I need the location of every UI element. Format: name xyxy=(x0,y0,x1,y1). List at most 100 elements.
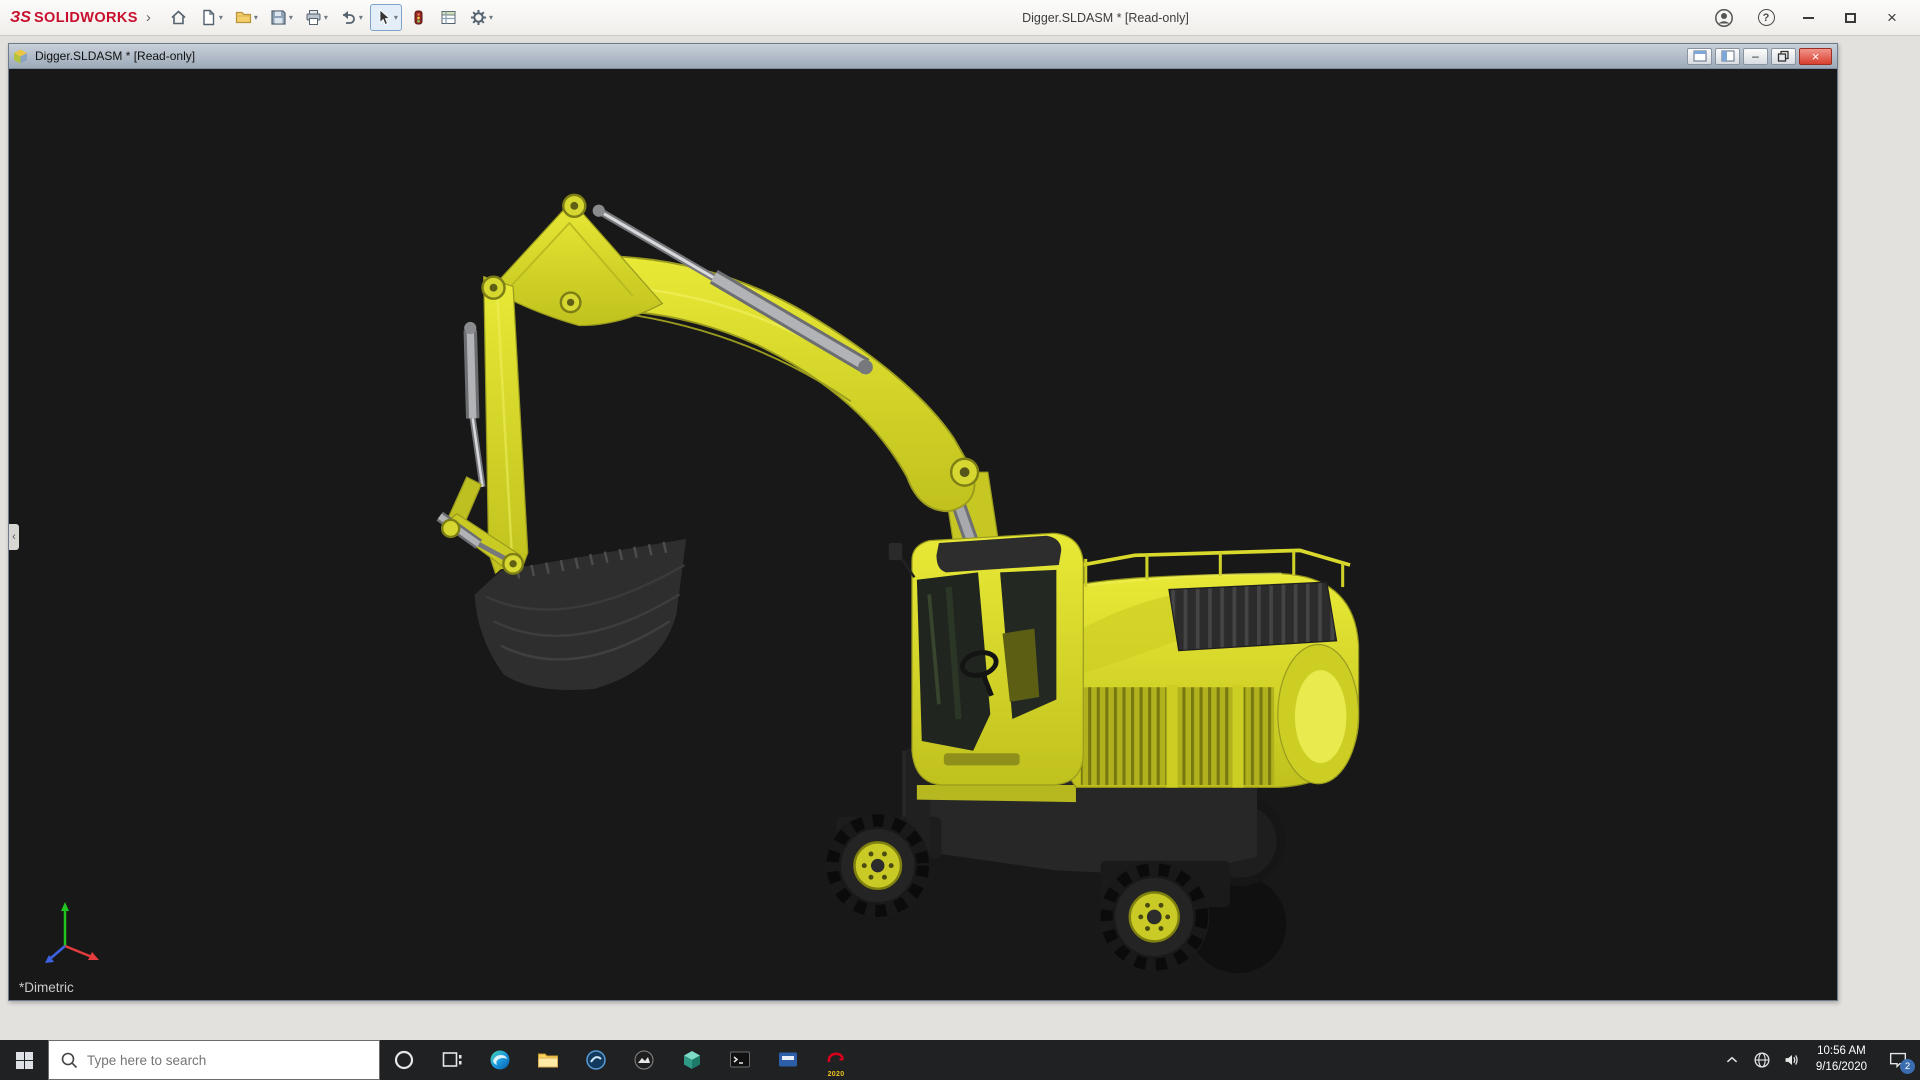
graphics-viewport[interactable]: *Dimetric ‹ xyxy=(9,69,1837,1000)
network-button[interactable] xyxy=(1747,1040,1777,1080)
dropdown-arrow-icon[interactable]: ▾ xyxy=(489,13,493,22)
dropdown-arrow-icon[interactable]: ▾ xyxy=(359,13,363,22)
home-button[interactable] xyxy=(165,4,192,31)
app-maximize-button[interactable] xyxy=(1840,8,1860,28)
dropdown-arrow-icon[interactable]: ▾ xyxy=(289,13,293,22)
cortana-button[interactable] xyxy=(380,1040,428,1080)
app-window-controls: ? × xyxy=(1714,8,1910,28)
orientation-triad[interactable] xyxy=(35,894,105,974)
solidworks-logo-icon xyxy=(824,1048,848,1072)
pane-top-icon xyxy=(1692,48,1708,64)
appearance-settings-button[interactable] xyxy=(405,4,432,31)
gear-icon xyxy=(469,8,488,27)
featuremanager-collapse-tab[interactable]: ‹ xyxy=(9,524,19,550)
solidworks-2020-button[interactable]: 2020 xyxy=(812,1040,860,1080)
windows-taskbar: 2020 10:56 AM 9/16/2020 xyxy=(0,1040,1920,1080)
task-view-icon xyxy=(440,1048,464,1072)
window-app-button[interactable] xyxy=(764,1040,812,1080)
open-folder-icon xyxy=(234,8,253,27)
account-button[interactable] xyxy=(1714,8,1734,28)
table-icon xyxy=(439,8,458,27)
browser-app-button[interactable] xyxy=(572,1040,620,1080)
cortana-icon xyxy=(392,1048,416,1072)
save-icon xyxy=(269,8,288,27)
clock-time: 10:56 AM xyxy=(1816,1044,1867,1060)
document-window-controls: – × xyxy=(1687,48,1834,65)
excavator-engine-housing[interactable] xyxy=(1055,550,1358,787)
excavator-3d-model[interactable] xyxy=(9,69,1837,1000)
excavator-rear-wheel[interactable] xyxy=(1099,862,1209,972)
edrawings-cube-icon xyxy=(680,1048,704,1072)
select-tool-button[interactable]: ▾ xyxy=(370,4,402,31)
traffic-light-icon xyxy=(409,8,428,27)
terminal-icon xyxy=(728,1048,752,1072)
tray-overflow-button[interactable] xyxy=(1717,1040,1747,1080)
pane-side-icon xyxy=(1720,48,1736,64)
dassault-3ds-mark: ЗS xyxy=(10,9,31,27)
solidworks-wordmark: SOLIDWORKS xyxy=(34,10,138,26)
restore-icon xyxy=(1776,49,1791,64)
excavator-stick-cylinder[interactable] xyxy=(464,322,482,487)
help-button[interactable]: ? xyxy=(1756,8,1776,28)
document-titlebar[interactable]: Digger.SLDASM * [Read-only] – xyxy=(9,44,1837,69)
dropdown-arrow-icon[interactable]: ▾ xyxy=(254,13,258,22)
help-icon: ? xyxy=(1758,9,1775,26)
chevron-up-icon xyxy=(1721,1049,1743,1071)
volume-button[interactable] xyxy=(1777,1040,1807,1080)
new-document-button[interactable]: ▾ xyxy=(195,4,227,31)
system-tray: 10:56 AM 9/16/2020 2 xyxy=(1717,1040,1920,1080)
undo-icon xyxy=(339,8,358,27)
dropdown-arrow-icon[interactable]: ▾ xyxy=(394,13,398,22)
open-button[interactable]: ▾ xyxy=(230,4,262,31)
assembly-doc-icon xyxy=(12,48,29,65)
network-globe-icon xyxy=(1751,1049,1773,1071)
edge-icon xyxy=(488,1048,512,1072)
search-input[interactable] xyxy=(87,1053,368,1068)
cab-mirror xyxy=(889,543,902,560)
dropdown-arrow-icon[interactable]: ▾ xyxy=(324,13,328,22)
photos-app-button[interactable] xyxy=(620,1040,668,1080)
pane-layout-button-1[interactable] xyxy=(1687,48,1712,65)
undo-button[interactable]: ▾ xyxy=(335,4,367,31)
solidworks-logo: ЗS SOLIDWORKS xyxy=(10,9,138,27)
doc-minimize-button[interactable]: – xyxy=(1743,48,1768,65)
home-icon xyxy=(169,8,188,27)
excavator-cab[interactable] xyxy=(889,533,1084,785)
excavator-front-wheel[interactable] xyxy=(825,813,930,918)
search-icon xyxy=(60,1051,78,1069)
pane-layout-button-2[interactable] xyxy=(1715,48,1740,65)
taskbar-search-box[interactable] xyxy=(48,1040,380,1080)
excavator-stick[interactable] xyxy=(484,277,528,575)
terminal-app-button[interactable] xyxy=(716,1040,764,1080)
edrawings-button[interactable] xyxy=(668,1040,716,1080)
select-cursor-icon xyxy=(374,8,393,27)
taskbar-clock[interactable]: 10:56 AM 9/16/2020 xyxy=(1807,1044,1876,1075)
notification-count-badge: 2 xyxy=(1900,1059,1915,1074)
app-client-area: Digger.SLDASM * [Read-only] – xyxy=(0,36,1920,1040)
table-view-button[interactable] xyxy=(435,4,462,31)
dropdown-arrow-icon[interactable]: ▾ xyxy=(219,13,223,22)
doc-restore-button[interactable] xyxy=(1771,48,1796,65)
edge-button[interactable] xyxy=(476,1040,524,1080)
print-button[interactable]: ▾ xyxy=(300,4,332,31)
app-close-button[interactable]: × xyxy=(1882,8,1902,28)
solidworks-year-badge: 2020 xyxy=(812,1071,860,1078)
print-icon xyxy=(304,8,323,27)
photos-icon xyxy=(632,1048,656,1072)
app-titlebar: ЗS SOLIDWORKS › ▾ ▾ xyxy=(0,0,1920,36)
menu-expand-arrow-icon[interactable]: › xyxy=(146,9,151,26)
save-button[interactable]: ▾ xyxy=(265,4,297,31)
doc-close-button[interactable]: × xyxy=(1799,48,1832,65)
file-explorer-icon xyxy=(536,1048,560,1072)
file-explorer-button[interactable] xyxy=(524,1040,572,1080)
task-view-button[interactable] xyxy=(428,1040,476,1080)
start-button[interactable] xyxy=(0,1040,48,1080)
document-window: Digger.SLDASM * [Read-only] – xyxy=(8,43,1838,1001)
browser-icon xyxy=(584,1048,608,1072)
quick-access-toolbar: ▾ ▾ ▾ ▾ xyxy=(165,4,497,31)
app-window-icon xyxy=(776,1048,800,1072)
options-button[interactable]: ▾ xyxy=(465,4,497,31)
action-center-button[interactable]: 2 xyxy=(1876,1040,1920,1080)
app-minimize-button[interactable] xyxy=(1798,8,1818,28)
minimize-icon xyxy=(1803,17,1814,19)
